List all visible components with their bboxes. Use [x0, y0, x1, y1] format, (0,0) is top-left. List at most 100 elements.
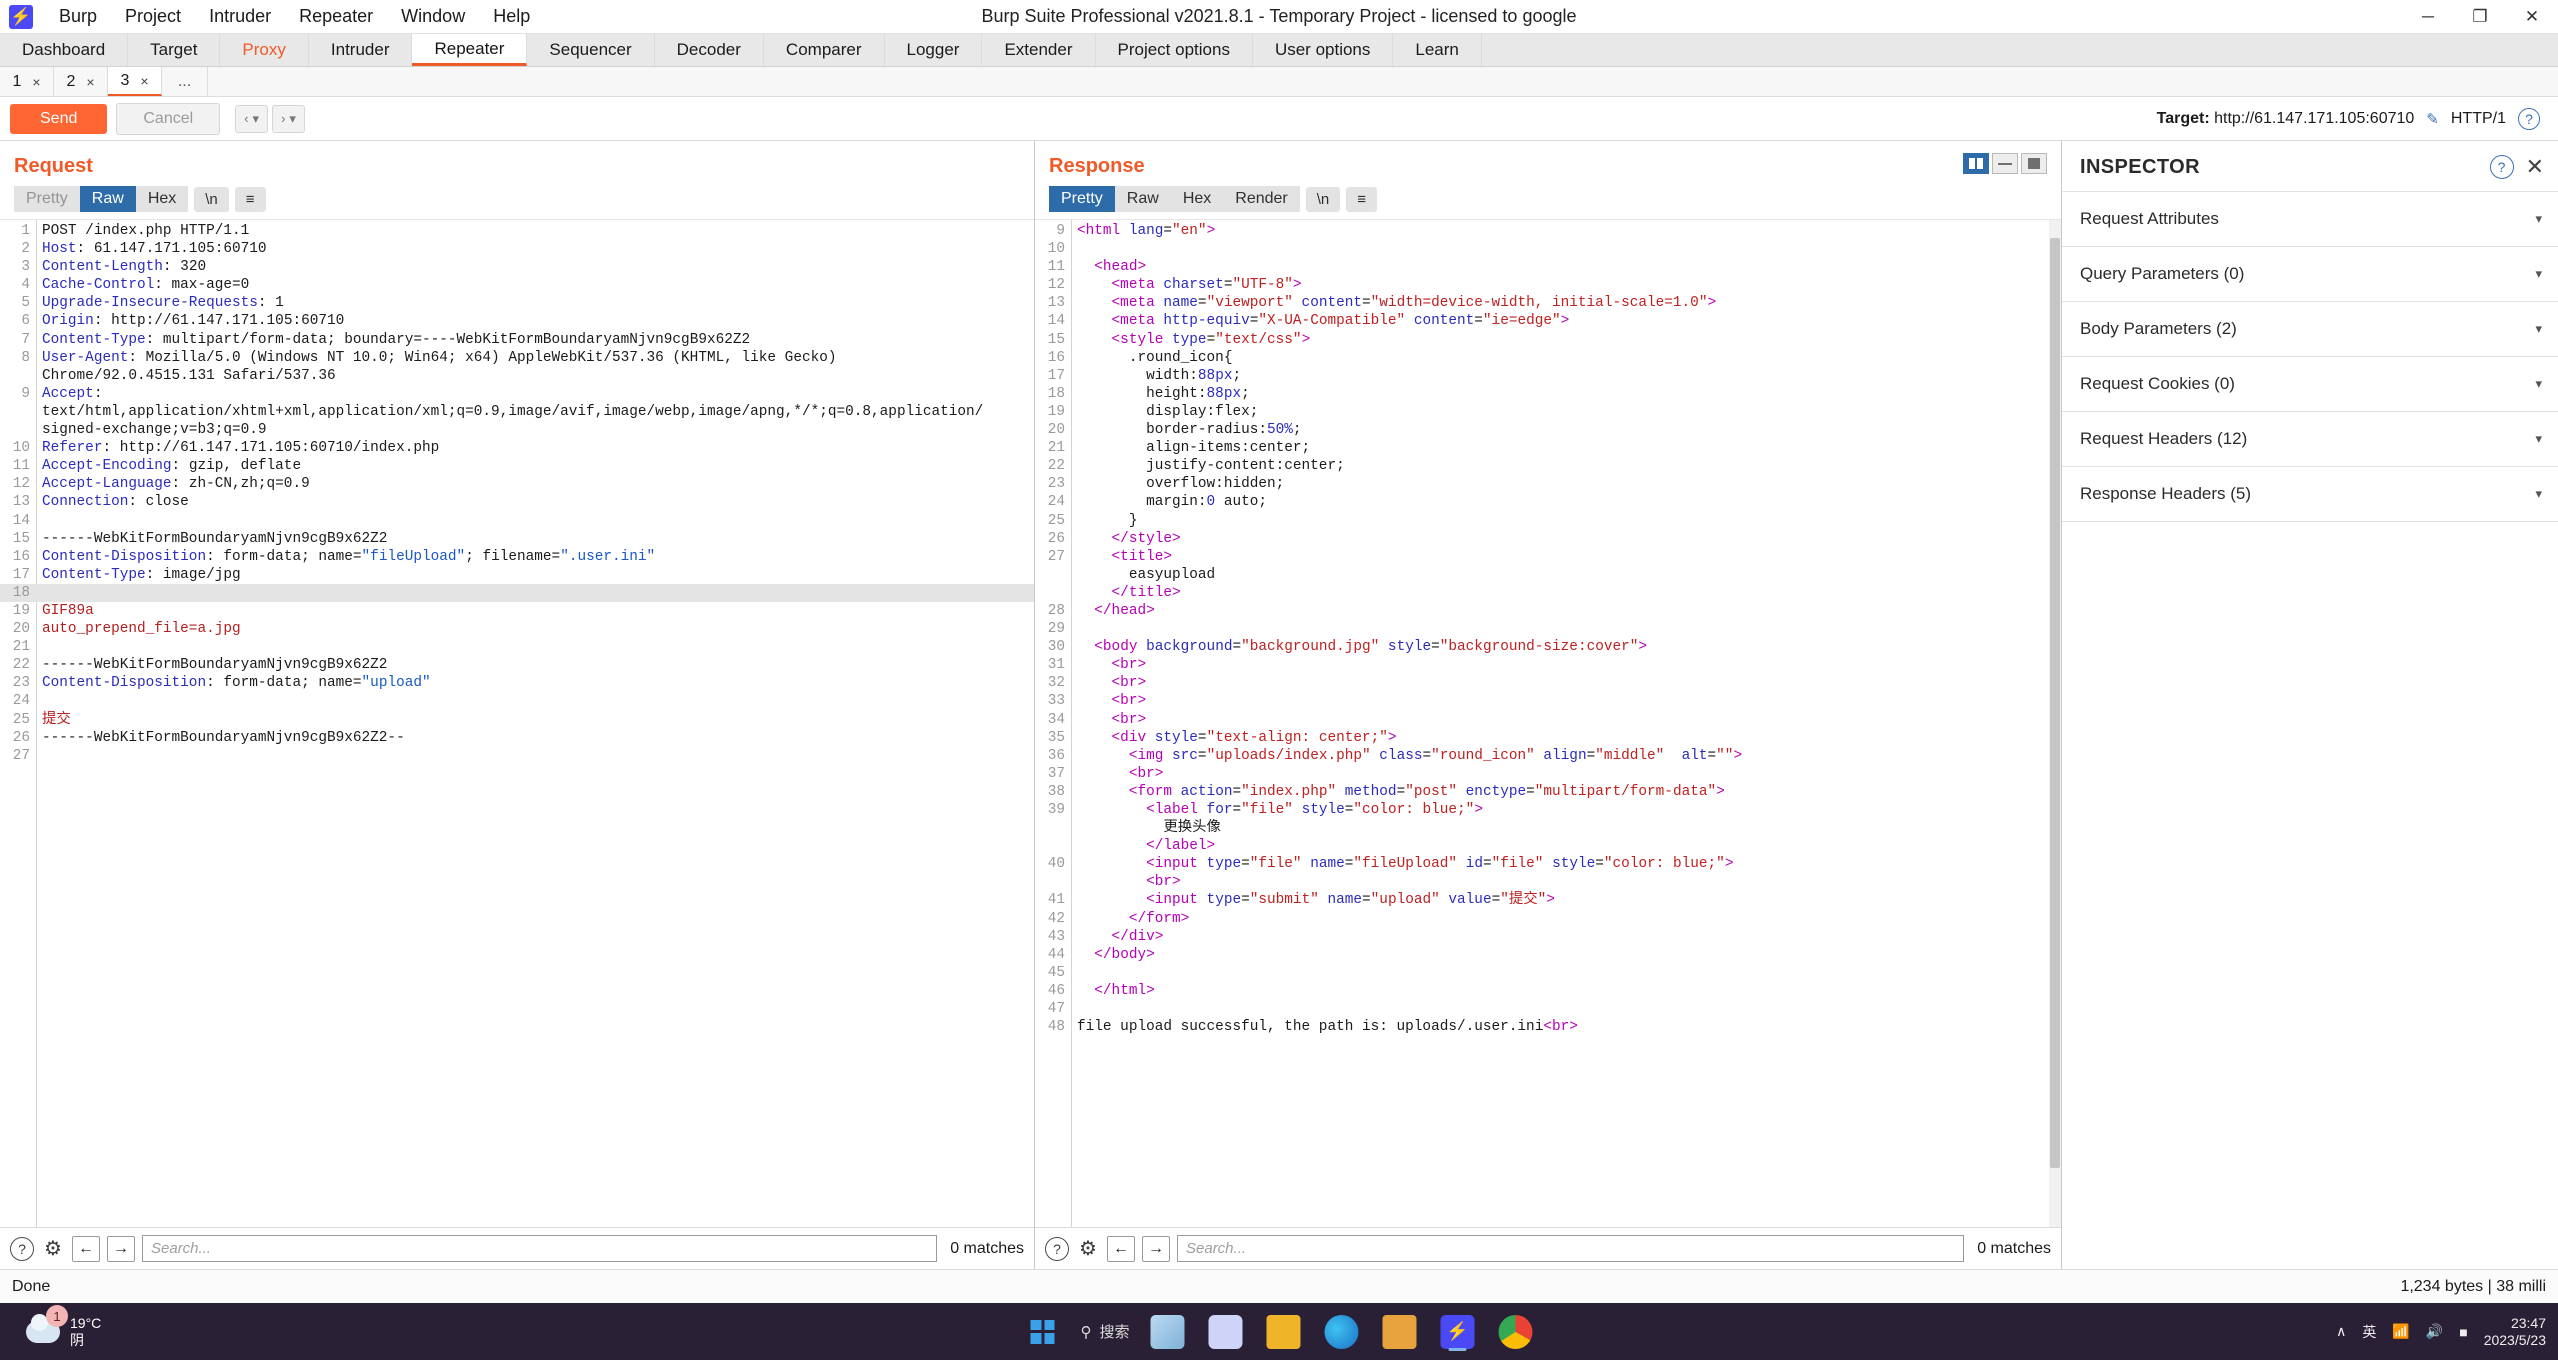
code-token: User-Agent [42, 349, 129, 366]
response-gear-icon[interactable]: ⚙ [1076, 1237, 1100, 1261]
tab-intruder[interactable]: Intruder [309, 34, 413, 66]
repeater-tab-2[interactable]: 2 × [54, 67, 108, 96]
response-tab-render[interactable]: Render [1223, 186, 1300, 212]
ime-indicator[interactable]: 英 [2362, 1322, 2376, 1342]
inspector-section-body-parameters[interactable]: Body Parameters (2) ▾ [2062, 302, 2558, 357]
response-scrollbar-thumb[interactable] [2050, 238, 2060, 1168]
code-line: </title> [1035, 584, 2061, 602]
menu-item-intruder[interactable]: Intruder [195, 3, 285, 30]
request-gear-icon[interactable]: ⚙ [41, 1237, 65, 1261]
row-view-icon[interactable] [1992, 153, 2018, 174]
tab-project-options[interactable]: Project options [1096, 34, 1253, 66]
inspector-section-query-parameters[interactable]: Query Parameters (0) ▾ [2062, 247, 2558, 302]
burp-suite-icon[interactable]: ⚡ [1438, 1312, 1478, 1352]
clock[interactable]: 23:47 2023/5/23 [2484, 1315, 2546, 1349]
response-help-icon[interactable]: ? [1045, 1236, 1069, 1261]
tab-sequencer[interactable]: Sequencer [527, 34, 655, 66]
store-icon[interactable] [1380, 1312, 1420, 1352]
response-editor[interactable]: <html lang="en"> <head> <meta charset="U… [1035, 219, 2061, 1227]
request-tab-pretty[interactable]: Pretty [14, 186, 80, 212]
inspector-help-icon[interactable]: ? [2489, 155, 2514, 179]
tab-learn[interactable]: Learn [1393, 34, 1482, 66]
inspector-section-request-attributes[interactable]: Request Attributes ▾ [2062, 192, 2558, 247]
response-scrollbar[interactable] [2049, 220, 2061, 1227]
code-line: margin:0 auto; [1035, 493, 2061, 511]
request-help-icon[interactable]: ? [10, 1236, 34, 1261]
close-icon[interactable]: × [86, 74, 94, 90]
request-search-prev-button[interactable]: ← [72, 1235, 100, 1262]
repeater-tab-3[interactable]: 3 × [108, 67, 162, 96]
cancel-button[interactable]: Cancel [116, 102, 221, 135]
response-tab-pretty[interactable]: Pretty [1049, 186, 1115, 212]
tab-repeater[interactable]: Repeater [412, 34, 528, 66]
request-newline-button[interactable]: \n [194, 186, 229, 212]
taskbar-search-button[interactable]: ⚲ 搜索 [1080, 1321, 1129, 1342]
request-editor[interactable]: POST /index.php HTTP/1.1 Host: 61.147.17… [0, 219, 1034, 1227]
minimize-button[interactable]: ─ [2402, 0, 2454, 34]
response-search-prev-button[interactable]: ← [1107, 1235, 1135, 1262]
menu-item-burp[interactable]: Burp [45, 3, 111, 30]
response-search-next-button[interactable]: → [1142, 1235, 1170, 1262]
menu-item-repeater[interactable]: Repeater [285, 3, 387, 30]
http-version-label[interactable]: HTTP/1 [2451, 110, 2506, 128]
request-code[interactable]: POST /index.php HTTP/1.1 Host: 61.147.17… [0, 220, 1034, 765]
tab-proxy[interactable]: Proxy [220, 34, 309, 66]
windows-start-icon[interactable] [1022, 1312, 1062, 1352]
menu-item-project[interactable]: Project [111, 3, 195, 30]
tab-target[interactable]: Target [128, 34, 221, 66]
response-menu-button[interactable]: ≡ [1346, 186, 1378, 212]
tab-comparer[interactable]: Comparer [764, 34, 885, 66]
edit-target-pencil-icon[interactable]: ✎ [2426, 110, 2439, 128]
network-icon[interactable]: 📶 [2392, 1323, 2409, 1340]
tray-expand-caret-icon[interactable]: ∧ [2336, 1323, 2346, 1340]
teams-icon[interactable] [1206, 1312, 1246, 1352]
repeater-tab-1[interactable]: 1 × [0, 67, 54, 96]
inspector-section-response-headers[interactable]: Response Headers (5) ▾ [2062, 467, 2558, 522]
menu-item-help[interactable]: Help [479, 3, 544, 30]
tab-logger[interactable]: Logger [885, 34, 983, 66]
request-tab-raw[interactable]: Raw [79, 186, 136, 212]
inspector-section-request-cookies[interactable]: Request Cookies (0) ▾ [2062, 357, 2558, 412]
edge-icon[interactable] [1322, 1312, 1362, 1352]
menu-item-window[interactable]: Window [387, 3, 479, 30]
response-tab-hex[interactable]: Hex [1170, 186, 1224, 212]
code-line: ------WebKitFormBoundaryamNjvn9cgB9x62Z2 [0, 656, 1034, 674]
request-tab-hex[interactable]: Hex [135, 186, 189, 212]
inspector-close-icon[interactable]: ✕ [2526, 156, 2544, 178]
split-view-icon[interactable] [1963, 153, 1989, 174]
history-forward-button[interactable]: › ▾ [272, 104, 305, 133]
help-question-icon[interactable]: ? [2518, 107, 2540, 130]
close-icon[interactable]: × [140, 73, 148, 89]
response-pane: Response Pretty Raw Hex Render \n ≡ 9 <h… [1035, 141, 2062, 1269]
maximize-button[interactable]: ❐ [2454, 0, 2506, 34]
tab-user-options[interactable]: User options [1253, 34, 1394, 66]
tab-extender[interactable]: Extender [982, 34, 1096, 66]
repeater-tab-more[interactable]: ... [162, 67, 208, 96]
inspector-section-request-headers[interactable]: Request Headers (12) ▾ [2062, 412, 2558, 467]
chrome-icon[interactable] [1496, 1312, 1536, 1352]
file-explorer-icon[interactable] [1264, 1312, 1304, 1352]
request-panel-title: Request [14, 155, 93, 177]
response-newline-button[interactable]: \n [1305, 186, 1341, 212]
request-search-input[interactable] [142, 1235, 938, 1262]
response-code[interactable]: <html lang="en"> <head> <meta charset="U… [1035, 220, 2061, 1036]
volume-icon[interactable]: 🔊 [2426, 1323, 2443, 1340]
close-icon[interactable]: × [32, 74, 40, 90]
request-search-next-button[interactable]: → [107, 1235, 135, 1262]
battery-icon[interactable]: ■ [2459, 1324, 2467, 1340]
response-search-input[interactable] [1177, 1235, 1965, 1262]
single-view-icon[interactable] [2021, 153, 2047, 174]
tab-decoder[interactable]: Decoder [655, 34, 764, 66]
code-token: > [1546, 892, 1555, 909]
close-button[interactable]: ✕ [2506, 0, 2558, 34]
code-token: <title> [1111, 548, 1172, 565]
weather-widget[interactable]: 1 19°C 阴 [26, 1305, 101, 1348]
response-tab-raw[interactable]: Raw [1114, 186, 1171, 212]
widgets-icon[interactable] [1148, 1312, 1188, 1352]
request-menu-button[interactable]: ≡ [234, 186, 266, 212]
history-back-button[interactable]: ‹ ▾ [235, 104, 269, 133]
code-line: Origin: http://61.147.171.105:60710 [0, 312, 1034, 330]
send-button[interactable]: Send [10, 103, 108, 134]
code-token: Cache-Control [42, 277, 155, 294]
tab-dashboard[interactable]: Dashboard [0, 34, 129, 66]
